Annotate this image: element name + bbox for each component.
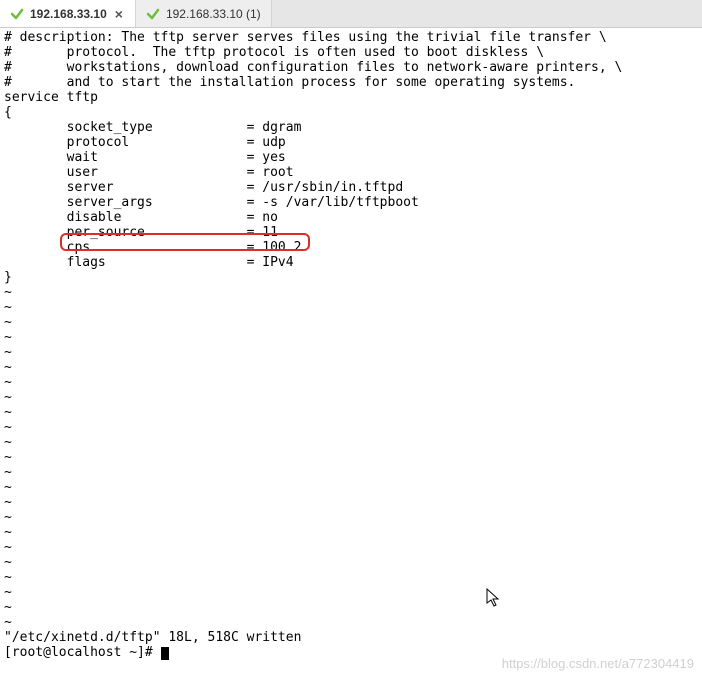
config-entry: server_args = -s /var/lib/tftpboot: [4, 195, 419, 210]
watermark: https://blog.csdn.net/a772304419: [502, 656, 694, 671]
config-entry: disable = no: [4, 210, 278, 225]
mouse-cursor-icon: [470, 573, 502, 612]
file-line: # protocol. The tftp protocol is often u…: [4, 45, 544, 60]
vim-tilde: ~: [4, 615, 12, 630]
vim-tilde: ~: [4, 555, 12, 570]
vim-tilde: ~: [4, 585, 12, 600]
vim-tilde: ~: [4, 375, 12, 390]
vim-tilde: ~: [4, 345, 12, 360]
tab-label: 192.168.33.10 (1): [166, 7, 261, 21]
vim-tilde: ~: [4, 510, 12, 525]
file-line: {: [4, 105, 12, 120]
vim-tilde: ~: [4, 360, 12, 375]
config-entry: flags = IPv4: [4, 255, 294, 270]
vim-tilde: ~: [4, 405, 12, 420]
file-line: }: [4, 270, 12, 285]
vim-tilde: ~: [4, 420, 12, 435]
check-icon: [146, 7, 160, 21]
vim-tilde: ~: [4, 435, 12, 450]
vim-tilde: ~: [4, 465, 12, 480]
vim-tilde: ~: [4, 600, 12, 615]
shell-prompt: [root@localhost ~]#: [4, 645, 161, 660]
file-line: # and to start the installation process …: [4, 75, 575, 90]
config-entry: per_source = 11: [4, 225, 278, 240]
vim-tilde: ~: [4, 315, 12, 330]
file-line: # workstations, download configuration f…: [4, 60, 622, 75]
status-line: "/etc/xinetd.d/tftp" 18L, 518C written: [4, 630, 301, 645]
vim-tilde: ~: [4, 390, 12, 405]
file-line: # description: The tftp server serves fi…: [4, 30, 607, 45]
config-entry: server = /usr/sbin/in.tftpd: [4, 180, 403, 195]
cursor-icon: [161, 647, 169, 660]
vim-tilde: ~: [4, 480, 12, 495]
tab-label: 192.168.33.10: [30, 7, 107, 21]
vim-tilde: ~: [4, 300, 12, 315]
config-entry: user = root: [4, 165, 294, 180]
vim-tilde: ~: [4, 330, 12, 345]
vim-tilde: ~: [4, 525, 12, 540]
tab-bar: 192.168.33.10 × 192.168.33.10 (1): [0, 0, 702, 28]
config-entry: wait = yes: [4, 150, 286, 165]
tab-inactive[interactable]: 192.168.33.10 (1): [136, 0, 272, 27]
vim-tilde: ~: [4, 570, 12, 585]
terminal[interactable]: # description: The tftp server serves fi…: [0, 28, 702, 685]
config-entry: socket_type = dgram: [4, 120, 301, 135]
vim-tilde: ~: [4, 450, 12, 465]
check-icon: [10, 7, 24, 21]
config-entry: protocol = udp: [4, 135, 286, 150]
tab-active[interactable]: 192.168.33.10 ×: [0, 0, 136, 27]
close-icon[interactable]: ×: [113, 6, 125, 22]
file-line: service tftp: [4, 90, 98, 105]
vim-tilde: ~: [4, 540, 12, 555]
vim-tilde: ~: [4, 285, 12, 300]
vim-tilde: ~: [4, 495, 12, 510]
config-entry: cps = 100 2: [4, 240, 301, 255]
